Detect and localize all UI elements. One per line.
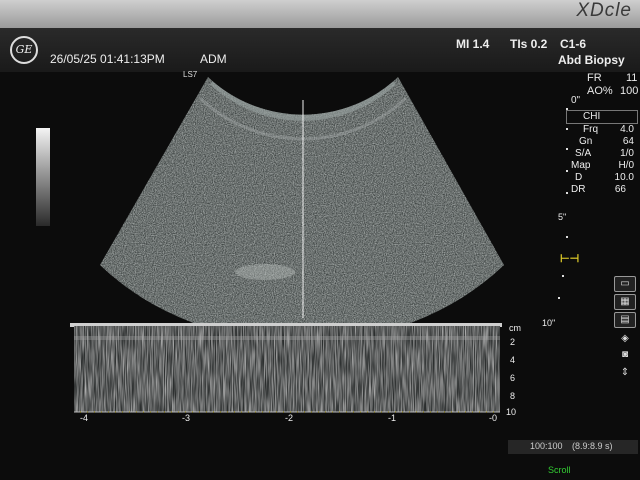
param-value-map: H/0: [618, 160, 634, 171]
camera-icon[interactable]: ◙: [614, 348, 636, 364]
mmode-depth-tick: 6: [510, 373, 516, 383]
arrows-icon[interactable]: ⇕: [614, 366, 636, 382]
depth-tick: [566, 170, 568, 172]
mmode-depth-tick: 2: [510, 337, 516, 347]
time-tick: -4: [80, 413, 89, 423]
time-tick: -1: [388, 413, 397, 423]
param-value-dr: 66: [614, 184, 626, 195]
param-label-gn: Gn: [579, 136, 593, 147]
param-value-d: 10.0: [614, 172, 634, 183]
depth-tick: [566, 192, 568, 194]
param-label-dr: DR: [571, 184, 586, 195]
scroll-status[interactable]: Scroll: [548, 465, 571, 475]
time-tick: -0: [489, 413, 498, 423]
depth-mark-10: 10": [542, 318, 556, 328]
time-tick: -3: [182, 413, 191, 423]
monitor-icon[interactable]: ▭: [614, 276, 636, 292]
param-label-sa: S/A: [575, 148, 592, 159]
depth-tick: [566, 148, 568, 150]
m-mode-strip: [70, 323, 502, 413]
time-tick: -2: [285, 413, 294, 423]
b-mode-sector: [100, 77, 504, 343]
param-value-gn: 64: [622, 136, 634, 147]
depth-tick: [566, 236, 568, 238]
depth-tick: [566, 128, 568, 130]
param-value-frq: 4.0: [620, 124, 634, 135]
param-label-map: Map: [571, 160, 591, 171]
mmode-depth-tick: 10: [506, 407, 517, 417]
scan-images: [70, 77, 504, 413]
param-panel-header: [566, 110, 638, 124]
zoom-icon[interactable]: ◈: [614, 332, 636, 348]
focus-marker[interactable]: ⊢⊣: [560, 252, 579, 265]
sweep-time: (8.9:8.9 s): [572, 441, 613, 451]
param-value-sa: 1/0: [620, 148, 634, 159]
depth-tick: [562, 275, 564, 277]
param-label-d: D: [575, 172, 583, 183]
mmode-depth-tick: 4: [510, 355, 516, 365]
mmode-unit-label: cm: [509, 323, 521, 333]
depth-tick: [558, 297, 560, 299]
display-ratio: 100:100: [530, 441, 563, 451]
mmode-depth-tick: 8: [510, 391, 516, 401]
calculator-icon[interactable]: ▦: [614, 294, 636, 310]
param-panel-title: CHI: [583, 111, 601, 122]
grid-icon[interactable]: ▤: [614, 312, 636, 328]
depth-mark-5: 5": [558, 212, 567, 222]
